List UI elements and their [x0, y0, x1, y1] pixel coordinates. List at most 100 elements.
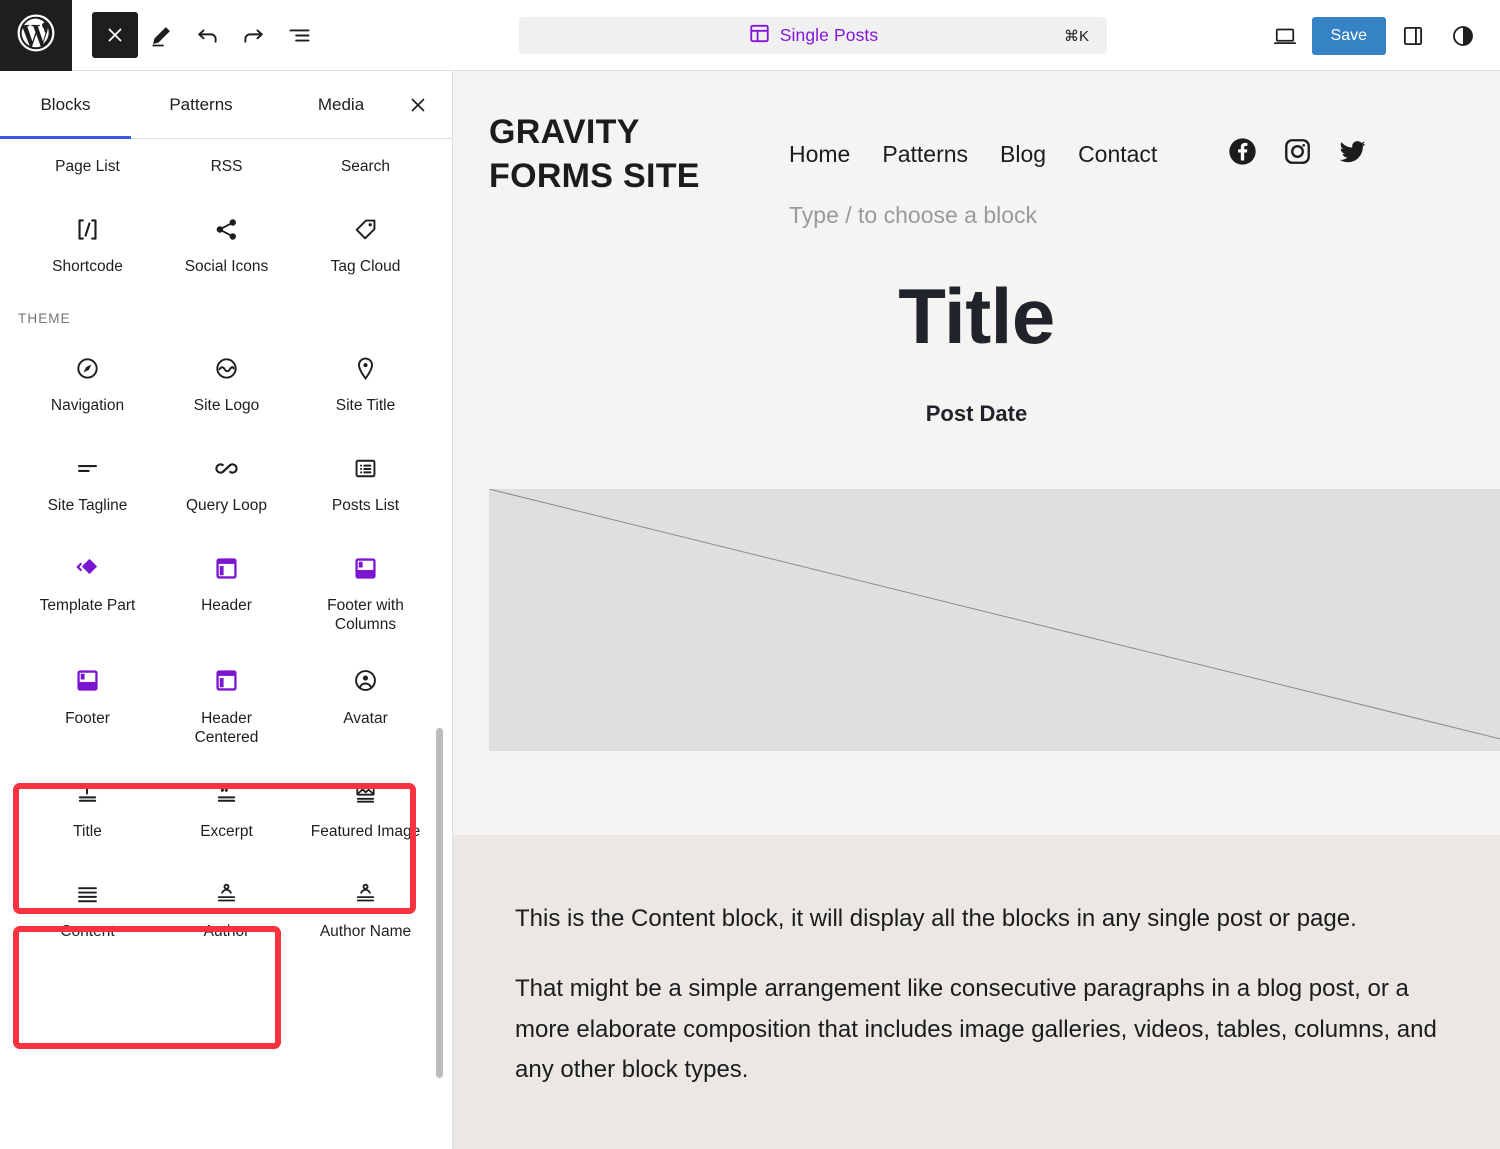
- list-view-icon[interactable]: [276, 12, 322, 58]
- block-item-navigation[interactable]: Navigation: [18, 332, 157, 432]
- editor-toolbar: Single Posts ⌘K Save: [0, 0, 1500, 71]
- block-item-header-centered[interactable]: Header Centered: [157, 645, 296, 758]
- block-label: RSS: [210, 158, 243, 175]
- rss-icon: [212, 139, 241, 151]
- avatar-icon: [351, 659, 380, 703]
- block-appender-placeholder[interactable]: Type / to choose a block: [789, 202, 1500, 229]
- site-title-line-2: FORMS SITE: [489, 156, 700, 195]
- block-item-page-list[interactable]: Page List: [18, 139, 157, 193]
- edit-pencil-icon[interactable]: [138, 12, 184, 58]
- block-label: Shortcode: [52, 258, 123, 275]
- wordpress-logo-button[interactable]: [0, 0, 72, 71]
- close-inserter-icon[interactable]: [398, 85, 438, 125]
- post-content-block[interactable]: This is the Content block, it will displ…: [453, 835, 1500, 1149]
- tab-media[interactable]: Media: [271, 71, 411, 138]
- block-item-header[interactable]: Header: [157, 532, 296, 645]
- block-label: Social Icons: [184, 258, 269, 275]
- block-label: Page List: [55, 158, 120, 175]
- block-label: Query Loop: [186, 497, 267, 514]
- block-item-search[interactable]: Search: [296, 139, 435, 193]
- block-label: Header: [201, 597, 252, 614]
- redo-icon[interactable]: [230, 12, 276, 58]
- block-item-shortcode[interactable]: Shortcode: [18, 193, 157, 293]
- inserter-scrollbar[interactable]: [436, 728, 443, 1078]
- block-label: Navigation: [50, 397, 125, 414]
- search-block-icon: [351, 139, 380, 151]
- block-item-site-tagline[interactable]: Site Tagline: [18, 432, 157, 532]
- block-item-featured-image[interactable]: Featured Image: [296, 758, 435, 858]
- tab-blocks[interactable]: Blocks: [0, 71, 131, 139]
- post-title-block[interactable]: Title: [453, 277, 1500, 355]
- view-device-icon[interactable]: [1262, 13, 1308, 59]
- undo-icon[interactable]: [184, 12, 230, 58]
- template-part-icon: [73, 546, 103, 590]
- block-item-template-part[interactable]: Template Part: [18, 532, 157, 645]
- block-label: Author: [203, 922, 250, 940]
- close-icon[interactable]: [92, 12, 138, 58]
- block-grid-widgets: Page List RSS Search Shortcode Social Ic…: [0, 139, 452, 293]
- settings-sidebar-icon[interactable]: [1390, 13, 1436, 59]
- block-label: Header Centered: [194, 709, 259, 747]
- nav-link-home[interactable]: Home: [789, 141, 850, 168]
- toolbar-left-group: [72, 12, 322, 58]
- block-item-posts-list[interactable]: Posts List: [296, 432, 435, 532]
- page-list-icon: [73, 139, 102, 151]
- compass-navigation-icon: [73, 346, 102, 390]
- block-item-title[interactable]: Title: [18, 758, 157, 858]
- author-icon: [212, 872, 241, 916]
- toolbar-right-group: Save: [1262, 0, 1486, 71]
- inserter-body: Page List RSS Search Shortcode Social Ic…: [0, 139, 452, 1149]
- block-inserter-panel: Blocks Patterns Media Page List RSS Sear…: [0, 71, 453, 1149]
- author-name-icon: [351, 872, 380, 916]
- content-lines-icon: [73, 872, 102, 916]
- block-item-excerpt[interactable]: Excerpt: [157, 758, 296, 858]
- block-label: Excerpt: [200, 822, 253, 840]
- block-label: Title: [73, 822, 102, 840]
- template-layout-icon: [748, 22, 771, 50]
- block-item-content[interactable]: Content: [18, 858, 157, 958]
- nav-link-blog[interactable]: Blog: [1000, 141, 1046, 168]
- content-paragraph-2: That might be a simple arrangement like …: [515, 975, 1437, 1083]
- block-item-author-name[interactable]: Author Name: [296, 858, 435, 958]
- facebook-icon[interactable]: [1227, 136, 1258, 172]
- shortcode-icon: [71, 207, 104, 251]
- footer-layout-icon: [73, 659, 102, 703]
- save-button[interactable]: Save: [1311, 16, 1386, 55]
- block-item-footer[interactable]: Footer: [18, 645, 157, 758]
- block-item-author[interactable]: Author: [157, 858, 296, 958]
- featured-image-block[interactable]: [489, 489, 1500, 751]
- styles-contrast-icon[interactable]: [1440, 13, 1486, 59]
- nav-link-patterns[interactable]: Patterns: [882, 141, 968, 168]
- section-heading-theme: THEME: [18, 311, 71, 326]
- block-item-site-title[interactable]: Site Title: [296, 332, 435, 432]
- command-bar[interactable]: Single Posts ⌘K: [519, 17, 1107, 54]
- header-centered-icon: [212, 659, 241, 703]
- block-item-site-logo[interactable]: Site Logo: [157, 332, 296, 432]
- nav-link-contact[interactable]: Contact: [1078, 141, 1157, 168]
- tab-patterns[interactable]: Patterns: [131, 71, 271, 138]
- excerpt-quote-icon: [212, 772, 241, 816]
- post-date-block[interactable]: Post Date: [453, 401, 1500, 427]
- block-label: Search: [340, 158, 391, 175]
- block-item-avatar[interactable]: Avatar: [296, 645, 435, 758]
- block-label: Content: [60, 922, 115, 940]
- block-label: Site Tagline: [47, 497, 128, 514]
- navigation-block: Home Patterns Blog Contact: [789, 136, 1500, 172]
- header-right-column: Home Patterns Blog Contact Type / to cho…: [789, 111, 1500, 229]
- instagram-icon[interactable]: [1282, 136, 1313, 172]
- twitter-icon[interactable]: [1337, 136, 1368, 172]
- block-item-footer-with-columns[interactable]: Footer with Columns: [296, 532, 435, 645]
- block-item-rss[interactable]: RSS: [157, 139, 296, 193]
- block-label: Template Part: [39, 597, 136, 614]
- block-label: Featured Image: [310, 822, 421, 840]
- site-title-block[interactable]: GRAVITY FORMS SITE: [489, 111, 789, 198]
- command-bar-label: Single Posts: [779, 25, 879, 45]
- loop-infinity-icon: [211, 446, 242, 490]
- block-label: Site Title: [335, 397, 396, 414]
- inserter-tabs: Blocks Patterns Media: [0, 71, 452, 139]
- block-label: Footer: [65, 709, 110, 727]
- block-item-tag-cloud[interactable]: Tag Cloud: [296, 193, 435, 293]
- block-item-query-loop[interactable]: Query Loop: [157, 432, 296, 532]
- block-item-social-icons[interactable]: Social Icons: [157, 193, 296, 293]
- tag-icon: [351, 207, 380, 251]
